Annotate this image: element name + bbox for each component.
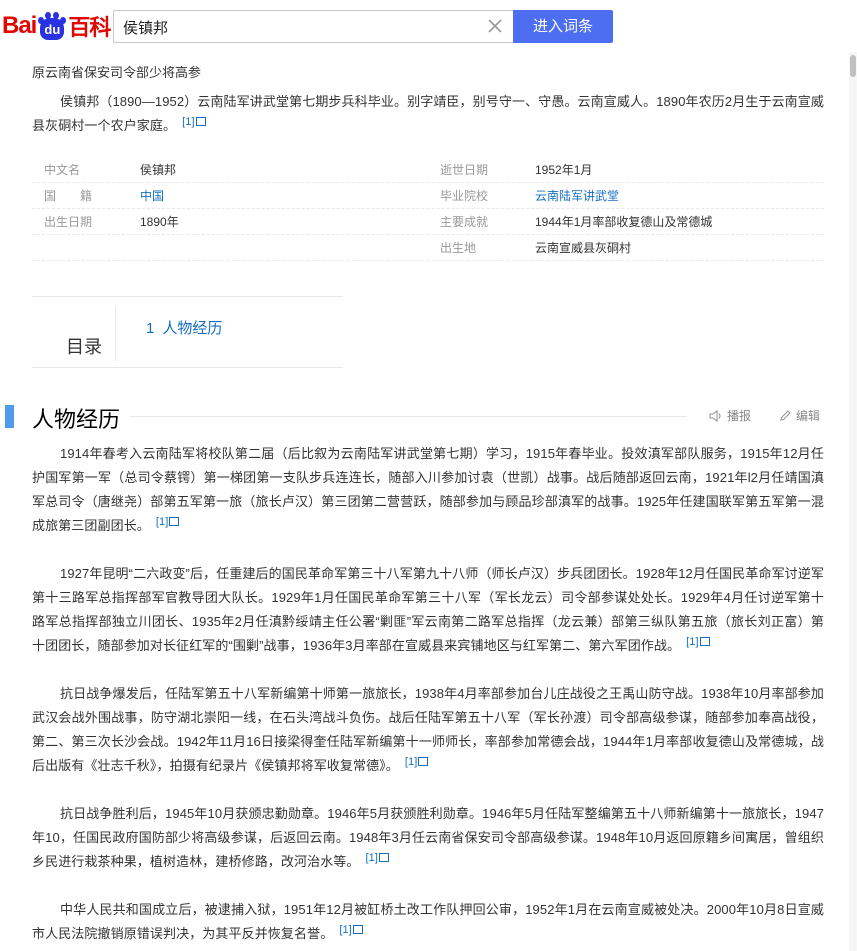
catalog-item-person-experience[interactable]: 1 人物经历 bbox=[146, 317, 222, 338]
pencil-icon bbox=[780, 410, 791, 421]
info-key: 出生日期 bbox=[44, 215, 93, 229]
info-value bbox=[140, 235, 420, 261]
search-input[interactable] bbox=[123, 15, 483, 39]
basic-info-table: 中文名 侯镇邦 逝世日期 1952年1月 国 籍 中国 毕业院校 云南陆军讲武堂… bbox=[32, 157, 824, 261]
scrollbar[interactable] bbox=[849, 52, 857, 951]
external-link-icon bbox=[699, 636, 710, 646]
section-body: 1914年春考入云南陆军将校队第二届（后比叙为云南陆军讲武堂第七期）学习，191… bbox=[32, 442, 824, 951]
logo-text-baike: 百科 bbox=[68, 15, 111, 40]
search-box bbox=[113, 10, 514, 43]
external-link-icon bbox=[169, 516, 180, 526]
info-value: 1952年1月 bbox=[535, 163, 593, 177]
info-row: 出生地 云南宣威县灰硐村 bbox=[32, 235, 824, 261]
citation-link[interactable]: [1] bbox=[366, 852, 390, 863]
info-value: 1944年1月率部收复德山及常德城 bbox=[535, 215, 713, 229]
summary: 侯镇邦（1890—1952）云南陆军讲武堂第七期步兵科毕业。别字靖臣，别号守一、… bbox=[32, 90, 824, 138]
catalog: 目录 1 人物经历 bbox=[32, 296, 343, 368]
top-bar: Bai du 百科 进入词条 bbox=[0, 0, 857, 52]
info-value: 侯镇邦 bbox=[140, 163, 177, 177]
citation-link[interactable]: [1] bbox=[339, 924, 363, 935]
paragraph: 抗日战争胜利后，1945年10月获颁忠勤勋章。1946年5月获颁胜利勋章。194… bbox=[32, 806, 824, 869]
catalog-divider bbox=[115, 307, 116, 361]
section-title: 人物经历 bbox=[32, 407, 121, 432]
edit-section-button[interactable]: 编辑 bbox=[779, 407, 820, 424]
logo-text-bai: Bai bbox=[2, 12, 37, 39]
external-link-icon bbox=[418, 756, 429, 766]
external-link-icon bbox=[379, 852, 390, 862]
info-value-link[interactable]: 云南陆军讲武堂 bbox=[535, 183, 815, 209]
info-value: 云南宣威县灰硐村 bbox=[535, 241, 632, 255]
citation-link[interactable]: [1] bbox=[405, 756, 429, 767]
logo-text-du: du bbox=[40, 18, 65, 40]
summary-text: 侯镇邦（1890—1952）云南陆军讲武堂第七期步兵科毕业。别字靖臣，别号守一、… bbox=[32, 94, 824, 133]
info-key bbox=[44, 235, 134, 261]
info-row: 出生日期 1890年 主要成就 1944年1月率部收复德山及常德城 bbox=[32, 209, 824, 235]
info-row: 中文名 侯镇邦 逝世日期 1952年1月 bbox=[32, 157, 824, 183]
paragraph: 1914年春考入云南陆军将校队第二届（后比叙为云南陆军讲武堂第七期）学习，191… bbox=[32, 446, 824, 533]
info-key: 中文名 bbox=[44, 163, 81, 177]
info-row: 国 籍 中国 毕业院校 云南陆军讲武堂 bbox=[32, 183, 824, 209]
section-divider bbox=[130, 416, 687, 417]
info-key: 国 籍 bbox=[44, 189, 93, 203]
info-value: 1890年 bbox=[140, 215, 179, 229]
paragraph: 抗日战争爆发后，任陆军第五十八军新编第十师第一旅旅长，1938年4月率部参加台儿… bbox=[32, 686, 824, 773]
citation-link[interactable]: [1] bbox=[156, 516, 180, 527]
entry-subtitle: 原云南省保安司令部少将高参 bbox=[32, 65, 202, 80]
citation-link[interactable]: [1] bbox=[686, 636, 710, 647]
info-value-link[interactable]: 中国 bbox=[140, 183, 420, 209]
scrollbar-thumb[interactable] bbox=[850, 55, 856, 77]
info-key: 出生地 bbox=[440, 241, 477, 255]
section-heading: 人物经历 播报 编辑 bbox=[0, 400, 857, 432]
paragraph: 1927年昆明“二六政变”后，任重建后的国民革命军第三十八军第九十八师（师长卢汉… bbox=[32, 566, 824, 653]
baidu-baike-logo[interactable]: Bai du 百科 bbox=[2, 9, 111, 43]
info-key: 主要成就 bbox=[440, 215, 489, 229]
clear-icon[interactable] bbox=[486, 17, 504, 35]
catalog-title: 目录 bbox=[66, 337, 102, 357]
section-marker bbox=[5, 405, 14, 428]
external-link-icon bbox=[195, 116, 206, 126]
info-key: 毕业院校 bbox=[440, 189, 489, 203]
speaker-icon bbox=[709, 409, 721, 422]
play-audio-button[interactable]: 播报 bbox=[709, 407, 751, 424]
paragraph: 中华人民共和国成立后，被逮捕入狱，1951年12月被缸桥土改工作队押回公审，19… bbox=[32, 902, 824, 941]
paw-icon: du bbox=[37, 12, 67, 40]
citation-link[interactable]: [1] bbox=[182, 116, 206, 127]
external-link-icon bbox=[352, 924, 363, 934]
enter-entry-button[interactable]: 进入词条 bbox=[513, 10, 613, 43]
info-key: 逝世日期 bbox=[440, 163, 489, 177]
